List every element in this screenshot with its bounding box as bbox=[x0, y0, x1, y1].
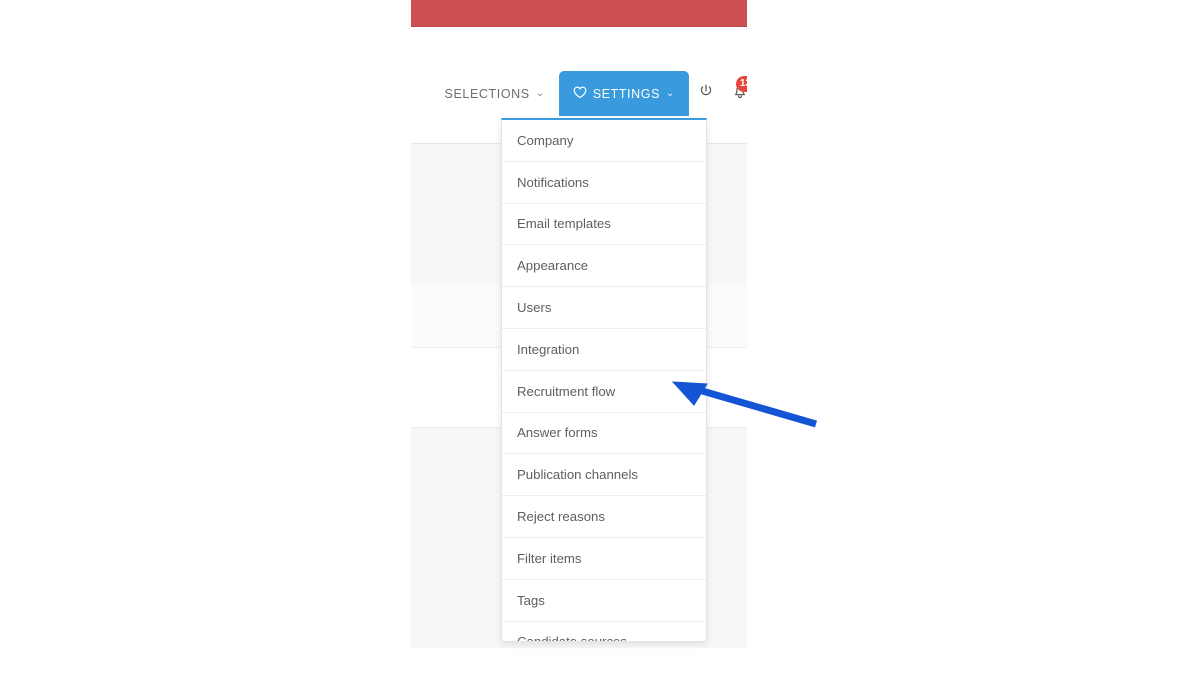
menu-item-appearance[interactable]: Appearance bbox=[502, 245, 706, 288]
menu-item-recruitment-flow[interactable]: Recruitment flow bbox=[502, 371, 706, 413]
menu-item-publication-channels[interactable]: Publication channels bbox=[502, 454, 706, 497]
nav-item-settings-label: SETTINGS bbox=[592, 86, 661, 101]
menu-item-notifications[interactable]: Notifications bbox=[502, 162, 706, 204]
menu-item-users[interactable]: Users bbox=[502, 287, 706, 329]
menu-item-filter-items[interactable]: Filter items bbox=[502, 538, 706, 580]
menu-item-answer-forms[interactable]: Answer forms bbox=[502, 413, 706, 455]
menu-item-integration[interactable]: Integration bbox=[502, 329, 706, 371]
nav-items: SELECTIONS ⌄ SETTINGS ⌄ 1 bbox=[431, 71, 747, 116]
nav-item-selections-label: SELECTIONS bbox=[444, 86, 530, 101]
menu-item-tags[interactable]: Tags bbox=[502, 580, 706, 622]
page-bottom-whitespace bbox=[0, 648, 1200, 678]
top-alert-bar bbox=[411, 0, 747, 27]
chevron-down-icon: ⌄ bbox=[666, 88, 675, 99]
nav-item-settings[interactable]: SETTINGS ⌄ bbox=[558, 71, 689, 116]
power-button[interactable] bbox=[689, 71, 723, 116]
menu-item-reject-reasons[interactable]: Reject reasons bbox=[502, 496, 706, 538]
power-icon bbox=[698, 83, 714, 104]
menu-item-candidate-sources[interactable]: Candidate sources bbox=[502, 622, 706, 641]
notifications-button[interactable]: 13 bbox=[723, 71, 747, 116]
menu-item-company[interactable]: Company bbox=[502, 120, 706, 162]
heart-ribbon-icon bbox=[573, 86, 587, 102]
notification-count-badge: 13 bbox=[735, 76, 747, 92]
chevron-down-icon: ⌄ bbox=[535, 88, 545, 99]
menu-item-email-templates[interactable]: Email templates bbox=[502, 204, 706, 246]
settings-dropdown-menu: Company Notifications Email templates Ap… bbox=[501, 118, 707, 642]
nav-item-selections[interactable]: SELECTIONS ⌄ bbox=[431, 71, 559, 116]
